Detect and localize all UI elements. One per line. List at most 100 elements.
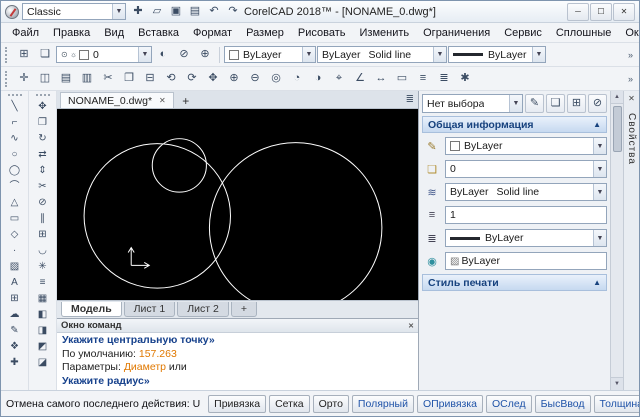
undo-icon[interactable]: ⟲ (161, 69, 181, 89)
erase-icon[interactable]: ⊘ (32, 195, 54, 211)
zoom-in-icon[interactable]: ⊕ (224, 69, 244, 89)
menu-item[interactable]: Размер (239, 25, 291, 41)
table-icon[interactable]: ⊞ (4, 291, 26, 307)
open-icon[interactable]: ▱ (148, 3, 166, 21)
layer-select[interactable]: 0 ▼ (445, 160, 607, 178)
maximize-button[interactable]: ☐ (590, 2, 612, 21)
entity-color-select[interactable]: ByLayer ▼ (224, 46, 316, 63)
close-tab-icon[interactable]: ✕ (159, 96, 166, 105)
copy-icon[interactable]: ❐ (119, 69, 139, 89)
polygon-icon[interactable]: △ (4, 195, 26, 211)
lineweight-select[interactable]: ByLayer ▼ (448, 46, 546, 63)
minimize-button[interactable]: ─ (567, 2, 589, 21)
close-panel-icon[interactable]: ✕ (628, 94, 635, 103)
insert-icon[interactable]: ✚ (4, 355, 26, 371)
order-back-icon[interactable]: ◨ (32, 323, 54, 339)
layer-isolate-icon[interactable]: ⊕ (195, 45, 215, 65)
copy-entity-icon[interactable]: ❐ (32, 115, 54, 131)
scrollbar-thumb[interactable] (612, 106, 622, 152)
zoom-window-icon[interactable]: ◔ (287, 69, 307, 89)
print-icon[interactable]: ▥ (77, 69, 97, 89)
close-button[interactable]: ✕ (613, 2, 635, 21)
lineweight-toggle-button[interactable]: ТолщинаЛ (593, 394, 639, 413)
cloud-icon[interactable]: ☁ (4, 307, 26, 323)
point-icon[interactable]: ∙ (4, 243, 26, 259)
pan-icon[interactable]: ✥ (203, 69, 223, 89)
tab-sheet1[interactable]: Лист 1 (123, 302, 176, 317)
hatch-icon[interactable]: ▨ (4, 259, 26, 275)
esnap-button[interactable]: ОПривязка (416, 394, 483, 413)
toolbar-overflow-icon[interactable]: » (625, 50, 636, 60)
tab-add-sheet[interactable]: + (230, 302, 257, 317)
workspace-select[interactable]: Classic ▼ (22, 3, 126, 20)
menu-item[interactable]: Формат (186, 25, 239, 41)
snap-button[interactable]: Привязка (208, 394, 267, 413)
layer-state-icon[interactable]: ◐ (153, 45, 173, 65)
distance-icon[interactable]: ↔ (371, 69, 391, 89)
measure-icon[interactable]: ⌖ (329, 69, 349, 89)
menu-item[interactable]: Рисовать (291, 25, 353, 41)
arc-icon[interactable]: ⌒ (4, 179, 26, 195)
document-tab[interactable]: NONAME_0.dwg* ✕ (60, 92, 174, 108)
rotate-icon[interactable]: ↻ (32, 131, 54, 147)
layer-properties-icon[interactable]: ❏ (35, 45, 55, 65)
cut-icon[interactable]: ✂ (98, 69, 118, 89)
properties-paint-icon[interactable]: ≡ (32, 275, 54, 291)
menu-item[interactable]: Изменить (353, 25, 417, 41)
rhomb-icon[interactable]: ◇ (4, 227, 26, 243)
close-icon[interactable]: ✕ (408, 322, 414, 330)
new-drawing-icon[interactable]: ✚ (129, 3, 147, 21)
explode-icon[interactable]: ✳ (32, 259, 54, 275)
new-tab-button[interactable]: + (178, 93, 194, 108)
etrack-button[interactable]: ОСлед (486, 394, 532, 413)
area-icon[interactable]: ▭ (392, 69, 412, 89)
menu-item[interactable]: Вставка (131, 25, 186, 41)
tab-sheet2[interactable]: Лист 2 (177, 302, 229, 317)
text-icon[interactable]: A (4, 275, 26, 291)
undo-icon[interactable]: ↶ (205, 3, 223, 21)
angle-icon[interactable]: ∠ (350, 69, 370, 89)
new-icon[interactable]: ✛ (14, 69, 34, 89)
array-icon[interactable]: ⊞ (32, 227, 54, 243)
trim-icon[interactable]: ✂ (32, 179, 54, 195)
transparency-field[interactable]: ▨ ByLayer (445, 252, 607, 270)
properties-icon[interactable]: ≡ (413, 69, 433, 89)
linestyle-select[interactable]: ByLayer Solid line ▼ (317, 46, 447, 63)
tab-list-icon[interactable]: ≣ (406, 94, 414, 105)
drawn-circle[interactable] (208, 142, 383, 300)
sketch-icon[interactable]: ✎ (4, 323, 26, 339)
color-select[interactable]: ByLayer ▼ (445, 137, 607, 155)
toolbar-grip[interactable] (5, 70, 9, 87)
panel-scrollbar[interactable]: ▲ ▼ (610, 91, 623, 390)
drawn-circle[interactable] (83, 143, 231, 289)
redo-icon[interactable]: ⟳ (182, 69, 202, 89)
paste-icon[interactable]: ⊟ (140, 69, 160, 89)
menu-item[interactable]: Сплошные (549, 25, 618, 41)
open-icon[interactable]: ◫ (35, 69, 55, 89)
ungroup-icon[interactable]: ◪ (32, 355, 54, 371)
menu-item[interactable]: Правка (46, 25, 97, 41)
panel-side-tab[interactable]: ✕ Свойства (623, 91, 639, 390)
tab-model[interactable]: Модель (61, 302, 122, 317)
toolbar-overflow-icon[interactable]: » (625, 74, 636, 84)
zoom-extents-icon[interactable]: ◎ (266, 69, 286, 89)
selection-filter-select[interactable]: Нет выбора ▼ (422, 94, 523, 113)
rectangle-icon[interactable]: ▭ (4, 211, 26, 227)
drawing-canvas[interactable] (57, 109, 418, 300)
offset-icon[interactable]: ∥ (32, 211, 54, 227)
collapse-icon[interactable]: ▲ (593, 278, 601, 287)
fillet-icon[interactable]: ◡ (32, 243, 54, 259)
toolbar-grip[interactable] (35, 94, 50, 98)
select-matching-icon[interactable]: ⊞ (567, 94, 586, 113)
grid-button[interactable]: Сетка (269, 394, 310, 413)
print-icon[interactable]: ▤ (186, 3, 204, 21)
circle-icon[interactable]: ○ (4, 147, 26, 163)
linestyle-select[interactable]: ByLayer Solid line ▼ (445, 183, 607, 201)
ellipse-icon[interactable]: ◯ (4, 163, 26, 179)
group-icon[interactable]: ◩ (32, 339, 54, 355)
layer-off-icon[interactable]: ⊘ (174, 45, 194, 65)
layers-manager-icon[interactable]: ⊞ (14, 45, 34, 65)
ortho-button[interactable]: Орто (312, 394, 349, 413)
section-general[interactable]: Общая информация ▲ (422, 116, 607, 133)
layer-select[interactable]: ⊙ ☼ 0 ▼ (56, 46, 152, 63)
